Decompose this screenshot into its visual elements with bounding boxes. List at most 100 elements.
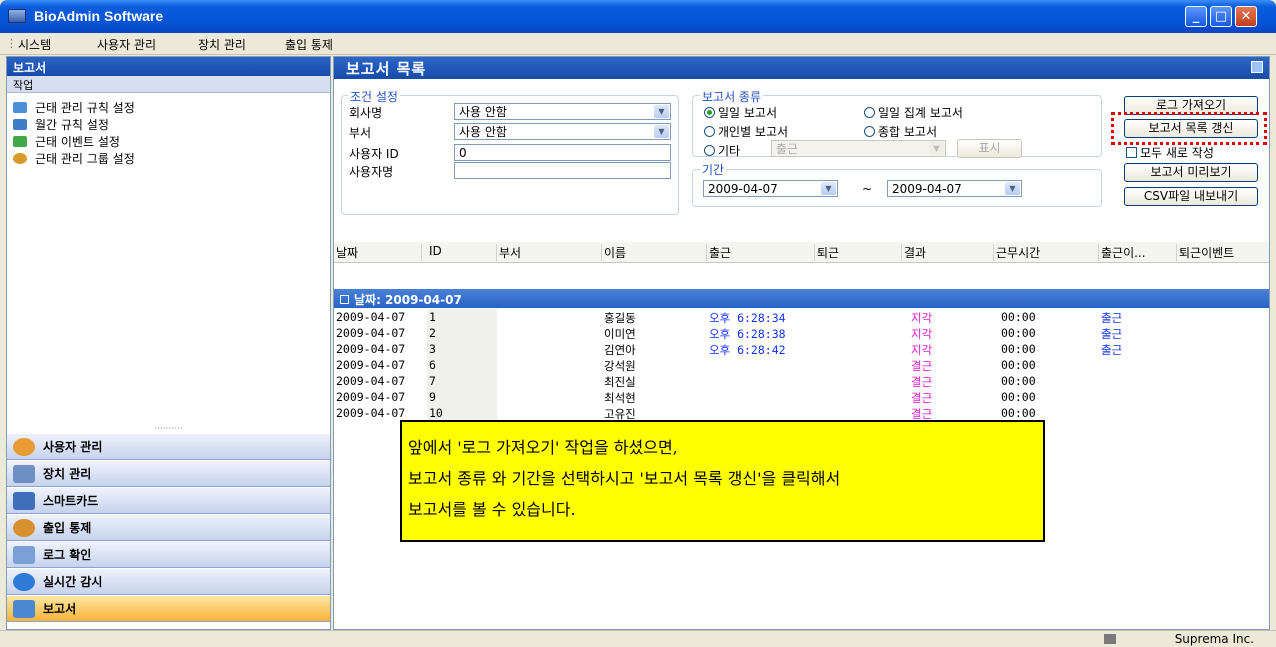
date-to-picker[interactable]: 2009-04-07 ▼ bbox=[887, 180, 1022, 197]
panel-title-bar: 보고서 목록 bbox=[334, 57, 1269, 79]
export-csv-button[interactable]: CSV파일 내보내기 bbox=[1124, 187, 1258, 206]
checkbox-label: 모두 새로 작성 bbox=[1140, 146, 1214, 160]
date-to-value: 2009-04-07 bbox=[892, 182, 962, 196]
userid-field[interactable]: 0 bbox=[454, 144, 671, 161]
cell-hours: 00:00 bbox=[1001, 374, 1036, 388]
cell-date: 2009-04-07 bbox=[336, 406, 406, 420]
dept-select[interactable]: 사용 안함 ▼ bbox=[454, 123, 671, 140]
col-dept[interactable]: 부서 bbox=[497, 244, 602, 261]
cell-date: 2009-04-07 bbox=[336, 326, 406, 340]
cell-id: 1 bbox=[429, 310, 436, 324]
date-from-value: 2009-04-07 bbox=[708, 182, 778, 196]
radio-daily-summary[interactable]: 일일 집계 보고서 bbox=[864, 104, 963, 121]
cell-date: 2009-04-07 bbox=[336, 310, 406, 324]
cell-in: 오후 6:28:42 bbox=[709, 343, 786, 357]
title-bar: BioAdmin Software _ □ ✕ bbox=[0, 0, 1276, 33]
col-in-event[interactable]: 출근이... bbox=[1099, 244, 1177, 261]
id-cell-bg bbox=[427, 357, 497, 373]
radio-individual-report[interactable]: 개인별 보고서 bbox=[704, 123, 788, 140]
table-row[interactable]: 2009-04-07 10 고유진 결근 00:00 bbox=[334, 405, 1269, 421]
report-type-legend: 보고서 종류 bbox=[700, 88, 764, 105]
task-attendance-rules[interactable]: 근태 관리 규칙 설정 bbox=[7, 99, 330, 116]
radio-other[interactable]: 기타 bbox=[704, 142, 740, 159]
id-cell-bg bbox=[427, 341, 497, 357]
radio-label: 일일 집계 보고서 bbox=[878, 106, 963, 120]
rewrite-all-checkbox[interactable]: 모두 새로 작성 bbox=[1126, 144, 1214, 161]
username-field[interactable] bbox=[454, 162, 671, 179]
table-row[interactable]: 2009-04-07 9 최석현 결근 00:00 bbox=[334, 389, 1269, 405]
task-attendance-events[interactable]: 근태 이벤트 설정 bbox=[7, 133, 330, 150]
col-hours[interactable]: 근무시간 bbox=[994, 244, 1099, 261]
nav-realtime-monitor[interactable]: 실시간 감시 bbox=[7, 568, 330, 595]
col-date[interactable]: 날짜 bbox=[334, 244, 422, 261]
cell-id: 9 bbox=[429, 390, 436, 404]
nav-access-control[interactable]: 출입 통제 bbox=[7, 514, 330, 541]
magnifier-icon bbox=[13, 572, 35, 591]
nav-label: 출입 통제 bbox=[43, 521, 92, 535]
close-button[interactable]: ✕ bbox=[1235, 6, 1257, 27]
report-preview-button[interactable]: 보고서 미리보기 bbox=[1124, 163, 1258, 182]
other-type-select[interactable]: 출근 ▼ bbox=[771, 140, 946, 157]
col-out[interactable]: 퇴근 bbox=[815, 244, 902, 261]
userid-label: 사용자 ID bbox=[349, 147, 399, 161]
chevron-down-icon: ▼ bbox=[654, 125, 669, 138]
nav-device-management[interactable]: 장치 관리 bbox=[7, 460, 330, 487]
radio-selected-icon bbox=[704, 107, 715, 118]
col-out-event[interactable]: 퇴근이벤트 bbox=[1177, 244, 1269, 261]
radio-icon bbox=[704, 145, 715, 156]
status-bar: Suprema Inc. bbox=[0, 630, 1276, 647]
nav-user-management[interactable]: 사용자 관리 bbox=[7, 433, 330, 460]
nav-label: 보고서 bbox=[43, 602, 77, 616]
task-label: 근태 관리 규칙 설정 bbox=[35, 101, 135, 115]
col-name[interactable]: 이름 bbox=[602, 244, 707, 261]
table-row[interactable]: 2009-04-07 7 최진실 결근 00:00 bbox=[334, 373, 1269, 389]
table-row[interactable]: 2009-04-07 3 김연아 오후 6:28:42 지각 00:00 출근 bbox=[334, 341, 1269, 357]
show-button[interactable]: 표시 bbox=[957, 139, 1022, 158]
log-icon bbox=[13, 545, 35, 564]
event-icon bbox=[13, 136, 27, 147]
menu-bar: ⋮ 시스템 사용자 관리 장치 관리 출입 통제 bbox=[0, 33, 1276, 55]
nav-log-view[interactable]: 로그 확인 bbox=[7, 541, 330, 568]
radio-daily-report[interactable]: 일일 보고서 bbox=[704, 104, 777, 121]
table-row[interactable]: 2009-04-07 2 이미연 오후 6:28:38 지각 00:00 출근 bbox=[334, 325, 1269, 341]
cell-result: 지각 bbox=[911, 327, 933, 341]
note-line-1: 앞에서 '로그 가져오기' 작업을 하셨으면, bbox=[408, 438, 678, 457]
col-id[interactable]: ID bbox=[427, 244, 497, 261]
table-row[interactable]: 2009-04-07 1 홍길동 오후 6:28:34 지각 00:00 출근 bbox=[334, 309, 1269, 325]
cell-name: 최진실 bbox=[604, 375, 636, 389]
menu-user-management[interactable]: 사용자 관리 bbox=[97, 36, 156, 53]
table-row[interactable]: 2009-04-07 6 강석원 결근 00:00 bbox=[334, 357, 1269, 373]
cell-in-event: 출근 bbox=[1101, 327, 1123, 341]
cell-hours: 00:00 bbox=[1001, 358, 1036, 372]
cell-date: 2009-04-07 bbox=[336, 342, 406, 356]
date-from-picker[interactable]: 2009-04-07 ▼ bbox=[703, 180, 838, 197]
task-monthly-rules[interactable]: 월간 규칙 설정 bbox=[7, 116, 330, 133]
col-in[interactable]: 출근 bbox=[707, 244, 815, 261]
task-attendance-groups[interactable]: 근태 관리 그룹 설정 bbox=[7, 150, 330, 167]
maximize-button[interactable]: □ bbox=[1210, 6, 1232, 27]
report-panel: 보고서 목록 조건 설정 회사명 사용 안함 ▼ 부서 사용 안함 ▼ 사용자 … bbox=[333, 56, 1270, 630]
sidebar-header: 보고서 bbox=[7, 57, 330, 76]
nav-smartcard[interactable]: 스마트카드 bbox=[7, 487, 330, 514]
collapse-icon[interactable] bbox=[340, 295, 349, 304]
task-label: 월간 규칙 설정 bbox=[35, 118, 109, 132]
cell-date: 2009-04-07 bbox=[336, 358, 406, 372]
menu-device-management[interactable]: 장치 관리 bbox=[198, 36, 246, 53]
username-label: 사용자명 bbox=[349, 165, 394, 179]
company-select[interactable]: 사용 안함 ▼ bbox=[454, 103, 671, 120]
chevron-down-icon: ▼ bbox=[654, 105, 669, 118]
date-group-row[interactable]: 날짜: 2009-04-07 bbox=[334, 289, 1269, 308]
nav-report[interactable]: 보고서 bbox=[7, 595, 330, 622]
radio-total-report[interactable]: 종합 보고서 bbox=[864, 123, 937, 140]
menu-grip-icon: ⋮ bbox=[6, 37, 17, 50]
menu-access-control[interactable]: 출입 통제 bbox=[285, 36, 333, 53]
col-result[interactable]: 결과 bbox=[902, 244, 994, 261]
device-icon bbox=[13, 464, 35, 483]
panel-title: 보고서 목록 bbox=[346, 60, 427, 78]
pin-icon[interactable] bbox=[1251, 61, 1263, 73]
minimize-button[interactable]: _ bbox=[1185, 6, 1207, 27]
group-label: 날짜: 2009-04-07 bbox=[354, 293, 462, 307]
rules-icon bbox=[13, 102, 27, 113]
instruction-note: 앞에서 '로그 가져오기' 작업을 하셨으면, 보고서 종류 와 기간을 선택하… bbox=[400, 420, 1045, 542]
menu-system[interactable]: 시스템 bbox=[18, 36, 51, 53]
